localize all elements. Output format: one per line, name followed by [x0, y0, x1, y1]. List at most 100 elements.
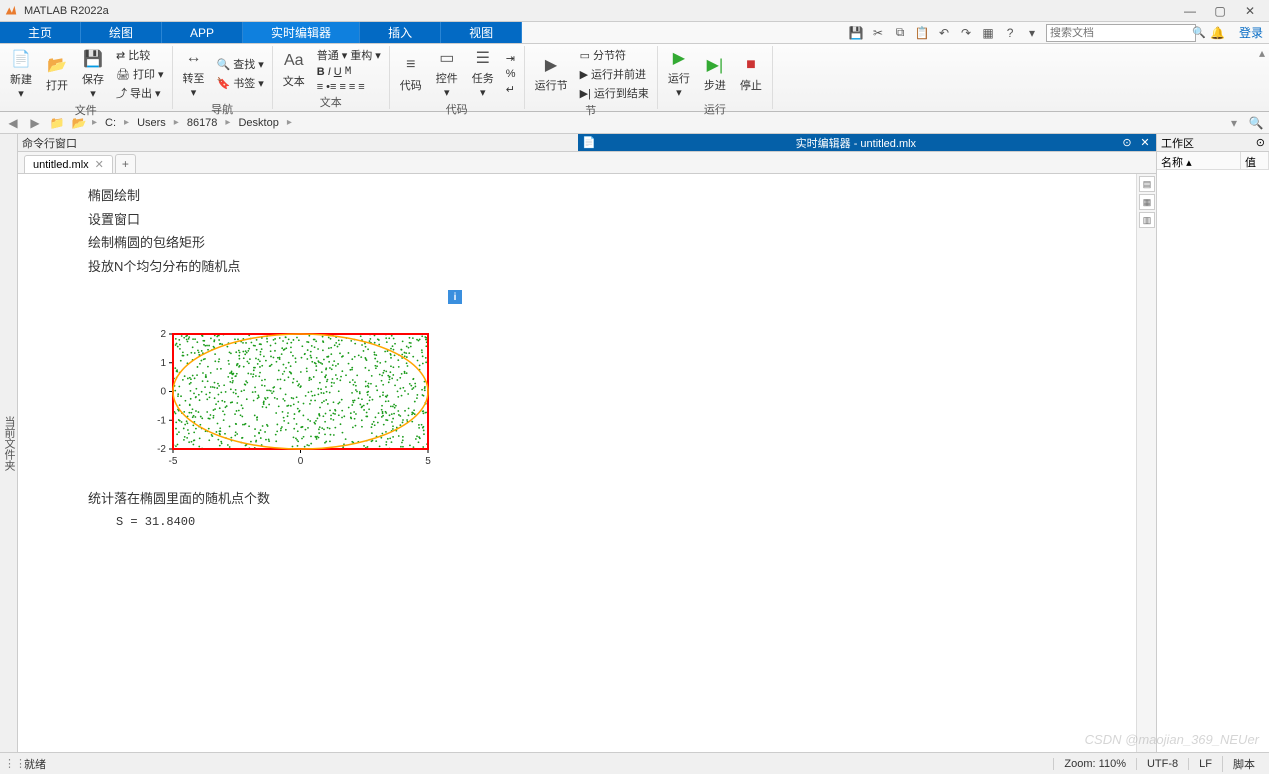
- col-name[interactable]: 名称 ▴: [1157, 152, 1241, 169]
- new-tab-button[interactable]: +: [115, 154, 136, 173]
- run-icon: ▶: [669, 48, 689, 68]
- redo-icon[interactable]: ↷: [958, 25, 974, 41]
- tab-insert[interactable]: 插入: [360, 22, 441, 43]
- crumb-user[interactable]: 86178: [183, 117, 222, 129]
- bookmark-button[interactable]: 🔖书签 ▾: [213, 74, 268, 92]
- editor-body[interactable]: 椭圆绘制 设置窗口 绘制椭圆的包络矩形 投放N个均匀分布的随机点 i -505-…: [18, 174, 1156, 752]
- align-center-icon[interactable]: ≡: [349, 81, 355, 93]
- text-line[interactable]: 设置窗口: [88, 210, 1066, 230]
- workspace-body[interactable]: [1157, 170, 1269, 752]
- run-section-button[interactable]: ▶运行节: [529, 53, 574, 95]
- addr-dropdown-button[interactable]: ▾: [1225, 114, 1243, 132]
- goto-button[interactable]: ↔转至▾: [177, 46, 211, 101]
- compare-button[interactable]: ⇄比较: [112, 46, 168, 64]
- text-line[interactable]: 统计落在椭圆里面的随机点个数: [88, 489, 1066, 509]
- bold-button[interactable]: B: [317, 66, 325, 78]
- section-break-button[interactable]: ▭分节符: [576, 46, 653, 64]
- tab-apps[interactable]: APP: [162, 22, 243, 43]
- col-value[interactable]: 值: [1241, 152, 1269, 169]
- forward-button[interactable]: ▶: [26, 114, 44, 132]
- file-tab[interactable]: untitled.mlx ✕: [24, 155, 113, 173]
- run-button[interactable]: ▶运行▾: [662, 46, 696, 101]
- workspace-header[interactable]: 工作区 ⊙: [1157, 134, 1269, 152]
- up-folder-icon[interactable]: 📁: [48, 114, 66, 132]
- current-folder-tab[interactable]: 当前文件夹: [0, 134, 18, 752]
- task-button[interactable]: ☰任务▾: [466, 46, 500, 101]
- crumb-c[interactable]: C:: [101, 117, 120, 129]
- status-zoom[interactable]: Zoom: 110%: [1053, 758, 1136, 770]
- save-icon[interactable]: 💾: [848, 25, 864, 41]
- monospace-button[interactable]: M: [345, 66, 352, 78]
- minimize-button[interactable]: —: [1175, 4, 1205, 18]
- svg-text:-1: -1: [157, 415, 166, 426]
- tab-home[interactable]: 主页: [0, 22, 81, 43]
- control-button[interactable]: ▭控件▾: [430, 46, 464, 101]
- status-eol[interactable]: LF: [1188, 758, 1222, 770]
- search-icon[interactable]: 🔍: [1192, 26, 1206, 39]
- tab-view[interactable]: 视图: [441, 22, 522, 43]
- search-addr-icon[interactable]: 🔍: [1247, 114, 1265, 132]
- bookmark-icon: 🔖: [217, 77, 231, 90]
- tab-plots[interactable]: 绘图: [81, 22, 162, 43]
- command-window-header[interactable]: 命令行窗口: [18, 134, 578, 152]
- find-button[interactable]: 🔍查找 ▾: [213, 55, 268, 73]
- crumb-users[interactable]: Users: [133, 117, 170, 129]
- close-window-button[interactable]: ✕: [1235, 4, 1265, 18]
- print-button[interactable]: 🖨打印 ▾: [112, 65, 168, 83]
- copy-icon[interactable]: ⧉: [892, 25, 908, 41]
- save-button[interactable]: 💾保存▾: [76, 47, 110, 102]
- indent-icon[interactable]: ⇥: [502, 51, 520, 66]
- info-icon[interactable]: i: [448, 290, 462, 304]
- editor-header[interactable]: 📄 实时编辑器 - untitled.mlx ⊙ ✕: [578, 134, 1156, 152]
- tab-live-editor[interactable]: 实时编辑器: [243, 22, 360, 43]
- underline-button[interactable]: U: [334, 66, 342, 78]
- list-row: ≡ •≡ ≡ ≡ ≡: [313, 80, 385, 94]
- status-type[interactable]: 脚本: [1222, 756, 1265, 772]
- status-encoding[interactable]: UTF-8: [1136, 758, 1188, 770]
- view-output-inline-icon[interactable]: ▥: [1139, 212, 1155, 228]
- toolstrip-collapse-button[interactable]: ▴: [1255, 46, 1269, 109]
- text-style-dropdown[interactable]: 普通 ▾ 重构 ▾: [313, 46, 385, 64]
- maximize-button[interactable]: ▢: [1205, 4, 1235, 18]
- layout-icon[interactable]: ▦: [980, 25, 996, 41]
- search-docs-input[interactable]: [1050, 27, 1192, 39]
- panel-close-icon[interactable]: ✕: [1138, 136, 1152, 149]
- export-button[interactable]: ⤴导出 ▾: [112, 84, 168, 102]
- code-button[interactable]: ≡代码: [394, 53, 428, 95]
- bullet-list-icon[interactable]: •≡: [326, 81, 336, 93]
- refactor-button[interactable]: 重构: [350, 47, 372, 63]
- run-advance-button[interactable]: ▶运行并前进: [576, 65, 653, 83]
- text-line[interactable]: 投放N个均匀分布的随机点: [88, 257, 1066, 277]
- numbered-list-icon[interactable]: ≡: [317, 81, 323, 93]
- open-button[interactable]: 📂打开: [40, 53, 74, 95]
- view-output-right-icon[interactable]: ▤: [1139, 176, 1155, 192]
- comment-icon[interactable]: %: [502, 67, 520, 81]
- text-line[interactable]: 绘制椭圆的包络矩形: [88, 233, 1066, 253]
- browse-folder-icon[interactable]: 📂: [70, 114, 88, 132]
- italic-button[interactable]: I: [328, 66, 331, 78]
- text-line[interactable]: 椭圆绘制: [88, 186, 1066, 206]
- back-button[interactable]: ◀: [4, 114, 22, 132]
- crumb-desktop[interactable]: Desktop: [234, 117, 282, 129]
- paste-icon[interactable]: 📋: [914, 25, 930, 41]
- text-button[interactable]: Aa文本: [277, 49, 311, 91]
- help-icon[interactable]: ?: [1002, 25, 1018, 41]
- new-button[interactable]: 📄新建▾: [4, 47, 38, 102]
- cut-icon[interactable]: ✂: [870, 25, 886, 41]
- login-link[interactable]: 登录: [1239, 24, 1263, 41]
- run-to-end-button[interactable]: ▶|运行到结束: [576, 84, 653, 102]
- search-docs-box[interactable]: 🔍: [1046, 24, 1196, 42]
- chevron-down-icon[interactable]: ▾: [1024, 25, 1040, 41]
- toolgroup-section: ▶运行节 ▭分节符 ▶运行并前进 ▶|运行到结束 节: [525, 46, 658, 109]
- align-left-icon[interactable]: ≡: [339, 81, 345, 93]
- workspace-menu-icon[interactable]: ⊙: [1256, 136, 1265, 149]
- wrap-icon[interactable]: ↵: [502, 82, 520, 97]
- view-output-bottom-icon[interactable]: ▦: [1139, 194, 1155, 210]
- align-right-icon[interactable]: ≡: [358, 81, 364, 93]
- close-tab-icon[interactable]: ✕: [95, 158, 104, 171]
- step-button[interactable]: ▶|步进: [698, 53, 732, 95]
- panel-maximize-icon[interactable]: ⊙: [1120, 136, 1134, 149]
- undo-icon[interactable]: ↶: [936, 25, 952, 41]
- stop-button[interactable]: ■停止: [734, 53, 768, 95]
- notifications-icon[interactable]: 🔔: [1210, 26, 1225, 40]
